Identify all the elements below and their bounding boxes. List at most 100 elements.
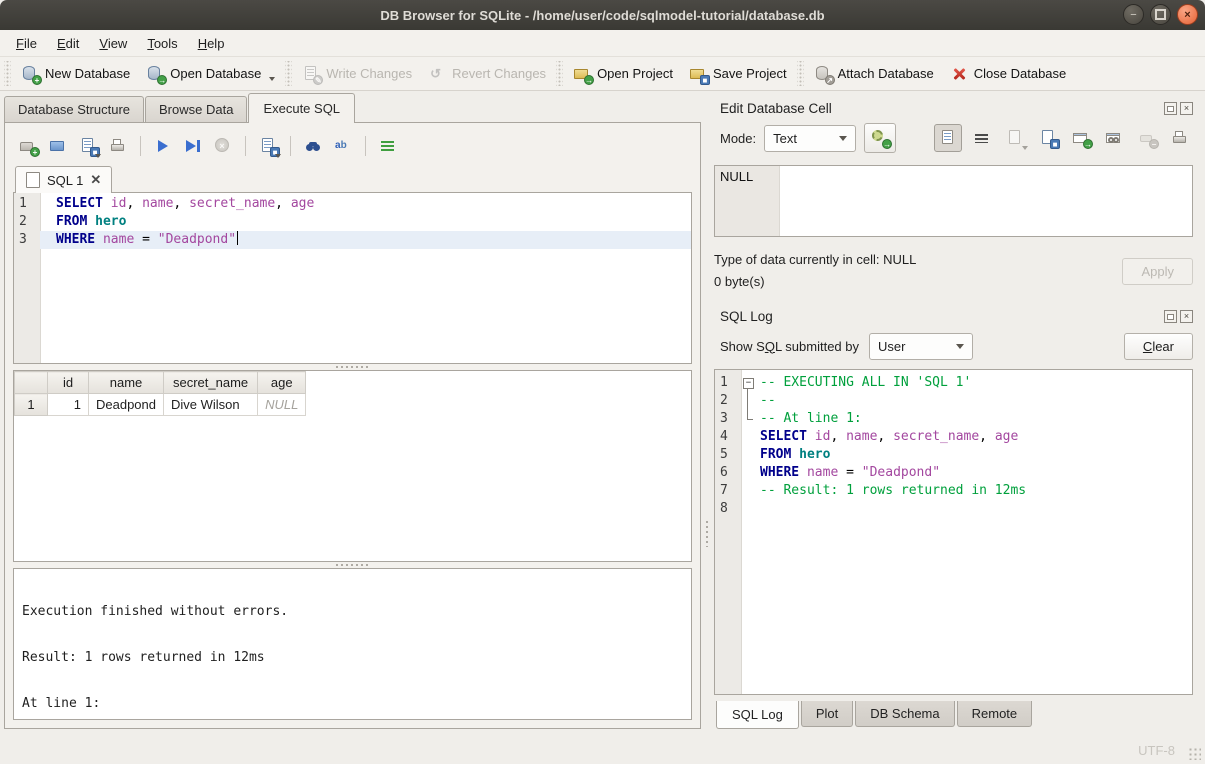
tab-sql-log[interactable]: SQL Log (716, 701, 799, 729)
minimize-icon: − (1130, 9, 1136, 21)
open-project-icon: → (573, 65, 591, 83)
close-button[interactable]: × (1177, 4, 1198, 25)
sql-editor[interactable]: 1SELECT id, name, secret_name, age2FROM … (13, 193, 692, 364)
sql-doc-tab[interactable]: SQL 1 ✕ (15, 166, 112, 193)
export-data-button[interactable]: ■ (1035, 125, 1061, 151)
dock-float-button[interactable] (1164, 102, 1177, 115)
execute-all-button[interactable] (150, 133, 176, 159)
open-database-icon: → (146, 65, 164, 83)
open-database-button[interactable]: → Open Database (138, 61, 283, 87)
new-sql-tab-button[interactable]: + (15, 133, 41, 159)
results-grid: id name secret_name age 1 1 Deadpond (13, 370, 692, 562)
text-mode-button[interactable] (934, 124, 962, 152)
column-header-name[interactable]: name (89, 372, 164, 394)
splitter-results-message[interactable] (13, 562, 692, 568)
menu-tools[interactable]: Tools (137, 33, 187, 54)
tab-database-structure[interactable]: Database Structure (4, 96, 144, 122)
cell-value-editor[interactable]: NULL (714, 165, 1193, 237)
main-toolbar: + New Database → Open Database ✎ Write C… (0, 57, 1205, 91)
new-database-icon: + (21, 65, 39, 83)
open-sql-file-icon (49, 137, 67, 155)
column-header-id[interactable]: id (48, 372, 89, 394)
attach-database-button[interactable]: ↗ Attach Database (806, 61, 942, 87)
find-replace-button[interactable]: ab (330, 133, 356, 159)
find-replace-icon: ab (334, 137, 352, 155)
stop-button: × (210, 133, 236, 159)
clear-log-button[interactable]: Clear (1124, 333, 1193, 360)
toolbar-separator (285, 61, 292, 86)
table-row: 1 1 Deadpond Dive Wilson NULL (15, 394, 306, 416)
tab-execute-sql[interactable]: Execute SQL (248, 93, 355, 123)
mode-label: Mode: (720, 131, 756, 146)
word-wrap-button[interactable] (969, 125, 995, 151)
close-tab-icon[interactable]: ✕ (90, 174, 101, 186)
splitter-panels[interactable] (705, 91, 710, 737)
find-button[interactable] (300, 133, 326, 159)
column-header-age[interactable]: age (258, 372, 306, 394)
execution-message: Execution finished without errors. Resul… (13, 568, 692, 720)
save-sql-file-button[interactable]: ■ (75, 133, 101, 159)
new-database-button[interactable]: + New Database (13, 61, 138, 87)
format-sql-button[interactable] (375, 133, 401, 159)
menu-edit[interactable]: Edit (47, 33, 89, 54)
execute-line-button[interactable] (180, 133, 206, 159)
fold-marker-icon (741, 446, 756, 464)
attach-database-icon: ↗ (814, 65, 832, 83)
toolbar-separator (797, 61, 804, 86)
filter-select[interactable]: User (869, 333, 973, 360)
auto-switch-mode-button[interactable]: → (864, 123, 896, 153)
cell-value: NULL (720, 169, 753, 184)
find-icon (304, 137, 322, 155)
import-data-button (1002, 125, 1028, 151)
dock-close-button[interactable]: × (1180, 102, 1193, 115)
mode-gear-icon: → (871, 129, 889, 147)
main-area: Database Structure Browse Data Execute S… (0, 91, 1205, 737)
revert-changes-button: ↺ Revert Changes (420, 61, 554, 87)
statusbar: UTF-8 (0, 737, 1205, 764)
tab-db-schema[interactable]: DB Schema (855, 701, 954, 727)
column-header-secret-name[interactable]: secret_name (164, 372, 258, 394)
set-null-icon: − (1138, 129, 1156, 147)
open-in-window-button[interactable]: → (1068, 125, 1094, 151)
minimize-button[interactable]: − (1123, 4, 1144, 25)
mode-select[interactable]: Text (764, 125, 856, 152)
open-in-window-icon: → (1072, 129, 1090, 147)
menu-file[interactable]: File (6, 33, 47, 54)
menubar: File Edit View Tools Help (0, 30, 1205, 57)
open-project-button[interactable]: → Open Project (565, 61, 681, 87)
app-window: DB Browser for SQLite - /home/user/code/… (0, 0, 1205, 764)
menu-help[interactable]: Help (188, 33, 235, 54)
fold-marker-icon[interactable]: − (741, 374, 756, 392)
tab-remote[interactable]: Remote (957, 701, 1033, 727)
resize-grip-icon[interactable] (1188, 747, 1201, 760)
splitter-editor-results[interactable] (13, 364, 692, 370)
close-icon: × (1184, 9, 1190, 21)
edit-cell-dock-header: Edit Database Cell × (714, 95, 1193, 119)
save-project-button[interactable]: ■ Save Project (681, 61, 795, 87)
row-header[interactable]: 1 (15, 394, 48, 416)
close-database-button[interactable]: Close Database (942, 61, 1075, 87)
new-sql-tab-icon: + (19, 137, 37, 155)
dock-close-button[interactable]: × (1180, 310, 1193, 323)
print-button[interactable] (105, 133, 131, 159)
menu-view[interactable]: View (89, 33, 137, 54)
open-sql-file-button[interactable] (45, 133, 71, 159)
tab-browse-data[interactable]: Browse Data (145, 96, 247, 122)
export-results-button[interactable]: ■ (255, 133, 281, 159)
print-cell-button[interactable] (1167, 125, 1193, 151)
sql-log-title: SQL Log (720, 309, 1161, 324)
dock-float-button[interactable] (1164, 310, 1177, 323)
cell-age[interactable]: NULL (258, 394, 306, 416)
tab-plot[interactable]: Plot (801, 701, 853, 727)
dropdown-arrow-icon (95, 154, 101, 158)
sql-doc-tab-label: SQL 1 (47, 173, 83, 188)
cell-id[interactable]: 1 (48, 394, 89, 416)
sql-toolbar: + ■ (13, 129, 692, 162)
copy-link-button[interactable] (1101, 125, 1127, 151)
fold-marker-icon (741, 392, 756, 410)
cell-name[interactable]: Deadpond (89, 394, 164, 416)
revert-changes-icon: ↺ (428, 65, 446, 83)
cell-secret-name[interactable]: Dive Wilson (164, 394, 258, 416)
sql-log-view[interactable]: 1−-- EXECUTING ALL IN 'SQL 1'2--3-- At l… (714, 369, 1193, 695)
maximize-button[interactable] (1150, 4, 1171, 25)
